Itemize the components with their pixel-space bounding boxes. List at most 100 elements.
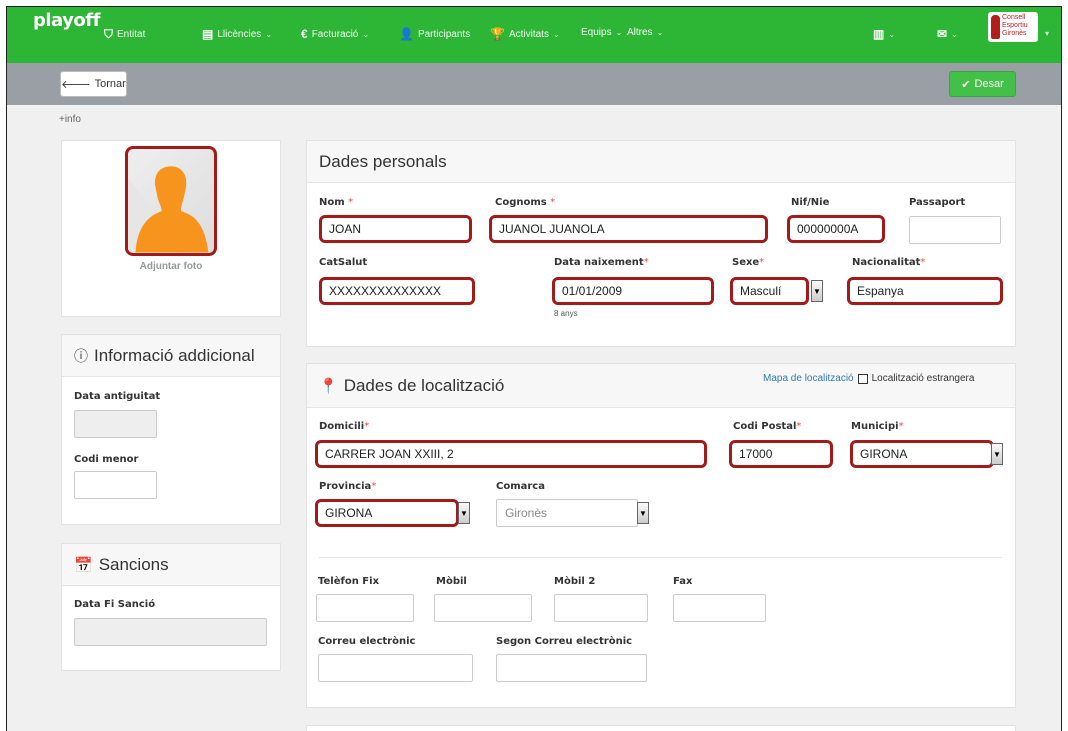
additional-info-header: ⓘ Informació addicional [62, 335, 280, 377]
nationality-label: Nacionalitat* [852, 257, 926, 268]
address-label: Domicili* [319, 421, 370, 432]
chevron-down-icon: ⌄ [265, 29, 272, 39]
province-select[interactable]: GIRONA [315, 499, 459, 527]
location-map-link[interactable]: Mapa de localització [763, 373, 854, 384]
nationality-input[interactable]: Espanya [847, 277, 1003, 305]
nav-item-label: Altres [627, 27, 653, 38]
nav-facturaci-[interactable]: € Facturació ⌄ [301, 27, 369, 41]
next-panel [306, 725, 1016, 731]
nav-participants[interactable]: 👤 Participants [399, 27, 470, 41]
nav-item-label: Facturació [311, 28, 359, 40]
sanctions-header: 📅 Sancions [62, 544, 280, 586]
nav-item-label: Equips [581, 27, 612, 38]
sanctions-title: Sancions [98, 554, 169, 574]
check-icon: ✔ [961, 78, 971, 91]
fax-input[interactable] [673, 594, 766, 622]
email2-input[interactable] [496, 654, 647, 682]
more-info-link[interactable]: +info [59, 114, 81, 125]
info-circle-icon: ⓘ [74, 347, 88, 364]
photo-upload[interactable] [125, 146, 217, 256]
attach-photo-label[interactable]: Adjuntar foto [61, 261, 281, 272]
arrow-left-icon: 🡐 [61, 79, 91, 91]
seniority-date-label: Data antiguitat [74, 391, 161, 402]
chevron-down-icon: ⌄ [615, 28, 623, 37]
caret-down-icon: ▼ [460, 508, 468, 518]
personal-data-header: Dades personals [307, 141, 1015, 183]
mobile-label: Mòbil [436, 576, 467, 587]
sex-select[interactable]: Masculí [730, 277, 809, 305]
sanction-end-date-label: Data Fi Sanció [74, 599, 156, 610]
chevron-down-icon: ⌄ [888, 29, 896, 39]
surnames-input[interactable]: JUANOL JUANOLA [489, 215, 768, 243]
nav-equips[interactable]: Equips ⌄ [581, 27, 622, 38]
entity-logo-figure [991, 15, 1000, 39]
sex-dropdown-button[interactable]: ▼ [811, 280, 823, 302]
bar-chart-icon: ▥ [873, 27, 885, 41]
nif-input[interactable]: 00000000A [787, 215, 885, 243]
trophy-icon: 🏆 [490, 27, 505, 41]
account-menu-caret[interactable]: ▾ [1045, 29, 1049, 38]
back-button-label: Tornar [94, 78, 126, 90]
caret-down-icon: ▼ [639, 508, 647, 518]
nav-altres[interactable]: Altres ⌄ [627, 27, 663, 38]
mobile2-input[interactable] [554, 594, 648, 622]
province-dropdown-button[interactable]: ▼ [458, 502, 470, 524]
email-input[interactable] [318, 654, 473, 682]
municipality-select[interactable]: GIRONA [850, 440, 994, 468]
municipality-label: Municipi* [851, 421, 904, 432]
save-button[interactable]: ✔ Desar [949, 71, 1016, 97]
additional-info-title: Informació addicional [94, 345, 255, 365]
fax-label: Fax [673, 576, 693, 587]
id-card-icon: ▤ [202, 27, 214, 41]
email-label: Correu electrònic [318, 636, 416, 647]
birth-date-input[interactable]: 01/01/2009 [552, 277, 714, 305]
nav-entitat[interactable]: ⛉ Entitat [104, 27, 145, 42]
address-input[interactable]: CARRER JOAN XXIII, 2 [315, 440, 707, 468]
nav-llic-ncies[interactable]: ▤ Llicències ⌄ [202, 27, 272, 41]
catsalut-input[interactable]: XXXXXXXXXXXXXX [319, 277, 475, 305]
minor-code-input[interactable] [74, 471, 157, 499]
foreign-location-checkbox[interactable] [857, 373, 868, 384]
messages-menu[interactable]: ✉ ⌄ [937, 27, 958, 41]
caret-down-icon: ▾ [1045, 29, 1050, 38]
location-title: Dades de localització [343, 375, 505, 395]
passport-label: Passaport [909, 197, 966, 208]
back-button[interactable]: 🡐 Tornar [60, 71, 127, 97]
save-button-label: Desar [974, 78, 1004, 90]
shield-icon: ⛉ [104, 27, 114, 41]
postal-code-input[interactable]: 17000 [729, 440, 833, 468]
mobile-input[interactable] [434, 594, 532, 622]
chevron-down-icon: ⌄ [362, 29, 370, 39]
name-input[interactable]: JOAN [319, 215, 472, 243]
nav-item-label: Participants [417, 28, 471, 40]
nav-activitats[interactable]: 🏆 Activitats ⌄ [490, 27, 560, 41]
municipality-dropdown-button[interactable]: ▼ [991, 443, 1003, 465]
chevron-down-icon: ⌄ [951, 29, 958, 39]
calendar-x-icon: 📅 [74, 556, 93, 574]
sex-label: Sexe* [732, 257, 765, 268]
seniority-date-input[interactable] [74, 410, 157, 438]
surnames-label: Cognoms * [495, 197, 556, 208]
sanction-end-date-input[interactable] [74, 618, 267, 646]
stats-menu[interactable]: ▥ ⌄ [873, 27, 895, 41]
nav-item-label: Activitats [508, 28, 549, 40]
county-select[interactable]: Gironès [496, 499, 638, 527]
entity-logo-text: Consell Esportiu Gironès [1002, 14, 1028, 37]
province-label: Provincia* [319, 481, 377, 492]
entity-logo[interactable]: Consell Esportiu Gironès [988, 12, 1038, 42]
foreign-location-label[interactable]: Localització estrangera [872, 373, 975, 384]
name-label: Nom * [319, 197, 354, 208]
passport-input[interactable] [909, 216, 1001, 244]
nav-item-label: Entitat [117, 29, 146, 40]
section-divider [319, 557, 1002, 558]
caret-down-icon: ▼ [993, 449, 1001, 459]
chevron-down-icon: ⌄ [656, 28, 664, 37]
age-note: 8 anys [554, 309, 578, 318]
county-label: Comarca [496, 481, 545, 492]
phone-input[interactable] [316, 594, 414, 622]
county-dropdown-button[interactable]: ▼ [637, 502, 649, 524]
personal-data-title: Dades personals [319, 151, 447, 171]
brand-logo[interactable]: playoff [33, 10, 100, 31]
chevron-down-icon: ⌄ [552, 29, 560, 39]
person-silhouette-icon [128, 166, 209, 253]
